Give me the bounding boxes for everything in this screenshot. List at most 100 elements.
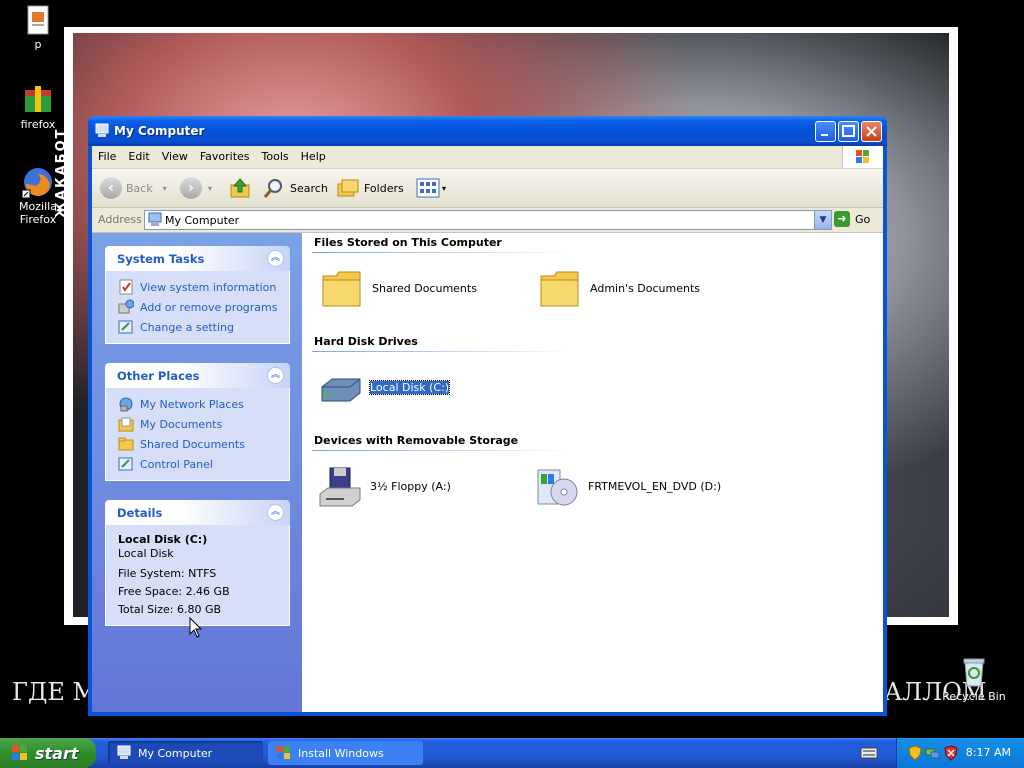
forward-button[interactable]: › ▾ — [180, 175, 212, 201]
link-label: My Network Places — [140, 397, 244, 411]
menu-view[interactable]: View — [156, 146, 194, 163]
details-header[interactable]: Details ︽ — [105, 500, 290, 525]
group-hard-disk-drives: Hard Disk Drives — [314, 335, 418, 348]
up-folder-icon — [230, 178, 250, 198]
floppy-drive-icon — [319, 467, 361, 507]
folders-button[interactable]: Folders — [336, 175, 404, 201]
add-remove-programs-icon — [118, 299, 134, 314]
address-input[interactable]: My Computer ▼ — [144, 210, 832, 230]
control-panel-link[interactable]: Control Panel — [106, 454, 289, 474]
other-places-header[interactable]: Other Places ︽ — [105, 363, 290, 388]
search-button[interactable]: Search — [262, 175, 328, 201]
views-icon — [416, 178, 440, 198]
desktop-icon-recycle-bin[interactable]: Recycle Bin — [938, 656, 1010, 703]
my-documents-link[interactable]: My Documents — [106, 414, 289, 434]
collapse-chevron-icon[interactable]: ︽ — [267, 250, 284, 267]
control-panel-icon — [118, 320, 133, 334]
group-divider — [312, 351, 574, 352]
task-label: Install Windows — [298, 746, 384, 760]
item-label: FRTMEVOL_EN_DVD (D:) — [588, 479, 722, 493]
shared-documents-item[interactable]: Shared Documents — [320, 266, 477, 310]
system-tasks-panel: System Tasks ︽ View system information A… — [105, 246, 290, 344]
content-pane: Files Stored on This Computer Shared Doc… — [302, 233, 883, 712]
link-label: View system information — [140, 280, 277, 294]
network-places-icon — [119, 397, 133, 412]
address-bar: Address My Computer ▼ ➜ Go — [92, 208, 883, 233]
minimize-button[interactable] — [815, 121, 836, 142]
shared-documents-link[interactable]: Shared Documents — [106, 434, 289, 454]
back-button[interactable]: ‹ Back ▾ — [100, 175, 167, 201]
recycle-bin-icon — [958, 656, 990, 688]
menu-favorites[interactable]: Favorites — [194, 146, 256, 163]
back-arrow-icon: ‹ — [100, 177, 122, 199]
windows-logo-icon — [842, 146, 883, 168]
windows-logo-icon — [12, 745, 27, 760]
menu-help[interactable]: Help — [295, 146, 332, 163]
folders-label: Folders — [364, 181, 404, 195]
network-icon[interactable] — [925, 745, 941, 761]
desktop-icon-label: firefox — [20, 118, 56, 131]
forward-arrow-icon: › — [180, 177, 202, 199]
task-pane: System Tasks ︽ View system information A… — [92, 233, 302, 712]
link-label: Control Panel — [140, 457, 213, 471]
collapse-chevron-icon[interactable]: ︽ — [267, 367, 284, 384]
start-button[interactable]: start — [0, 738, 96, 768]
desktop-icon-mozilla-firefox[interactable]: Mozilla Firefox — [2, 166, 74, 226]
file-icon — [22, 4, 54, 36]
security-shield-icon[interactable] — [907, 745, 923, 761]
close-button[interactable] — [861, 121, 882, 142]
taskbar-button-install-windows[interactable]: Install Windows — [268, 741, 423, 765]
add-remove-programs-link[interactable]: Add or remove programs — [106, 297, 289, 317]
other-places-title: Other Places — [117, 369, 200, 383]
view-system-information-link[interactable]: View system information — [106, 277, 289, 297]
folder-icon — [322, 271, 361, 307]
system-tasks-title: System Tasks — [117, 252, 205, 266]
my-computer-icon — [94, 123, 110, 139]
item-label: Local Disk (C:) — [368, 379, 451, 395]
views-button[interactable]: ▾ — [416, 175, 446, 201]
admins-documents-item[interactable]: Admin's Documents — [538, 266, 700, 310]
local-disk-c-item[interactable]: Local Disk (C:) — [318, 365, 451, 409]
details-file-system: File System: NTFS — [118, 567, 217, 580]
desktop-icon-firefox-installer[interactable]: firefox — [2, 84, 74, 131]
folders-icon — [337, 179, 359, 197]
menu-edit[interactable]: Edit — [122, 146, 155, 163]
details-type: Local Disk — [118, 547, 174, 560]
back-dropdown-icon[interactable]: ▾ — [163, 184, 167, 193]
go-label: Go — [855, 212, 871, 226]
folder-icon — [118, 437, 134, 451]
security-alert-icon[interactable] — [943, 745, 959, 761]
close-icon — [866, 126, 877, 137]
address-dropdown-icon[interactable]: ▼ — [814, 211, 831, 229]
search-icon — [263, 179, 282, 198]
go-button[interactable]: ➜ Go — [834, 211, 870, 227]
task-label: My Computer — [138, 746, 213, 760]
floppy-a-item[interactable]: 3½ Floppy (A:) — [318, 464, 451, 508]
dvd-drive-d-item[interactable]: FRTMEVOL_EN_DVD (D:) — [536, 464, 721, 508]
go-arrow-icon: ➜ — [834, 211, 850, 227]
up-folder-button[interactable] — [228, 175, 252, 201]
system-tasks-header[interactable]: System Tasks ︽ — [105, 246, 290, 271]
keyboard-icon[interactable] — [860, 746, 878, 760]
collapse-chevron-icon[interactable]: ︽ — [267, 504, 284, 521]
system-information-icon — [119, 279, 133, 295]
my-network-places-link[interactable]: My Network Places — [106, 394, 289, 414]
search-label: Search — [290, 181, 328, 195]
change-setting-link[interactable]: Change a setting — [106, 317, 289, 337]
window-title: My Computer — [114, 124, 205, 138]
desktop-icon-label: Mozilla Firefox — [19, 200, 57, 226]
maximize-button[interactable] — [838, 121, 859, 142]
desktop-icon-label: Recycle Bin — [942, 690, 1006, 703]
item-label: Shared Documents — [372, 281, 477, 295]
title-bar[interactable]: My Computer — [88, 116, 887, 146]
group-files-stored: Files Stored on This Computer — [314, 236, 502, 249]
dvd-drive-icon — [537, 469, 578, 506]
menu-file[interactable]: File — [92, 146, 122, 163]
my-computer-icon — [117, 745, 131, 759]
item-label: 3½ Floppy (A:) — [370, 479, 451, 493]
other-places-panel: Other Places ︽ My Network Places My Docu… — [105, 363, 290, 481]
forward-dropdown-icon[interactable]: ▾ — [208, 184, 212, 193]
taskbar-button-my-computer[interactable]: My Computer — [108, 741, 263, 765]
desktop-icon-p[interactable]: p — [2, 4, 74, 51]
menu-tools[interactable]: Tools — [256, 146, 295, 163]
